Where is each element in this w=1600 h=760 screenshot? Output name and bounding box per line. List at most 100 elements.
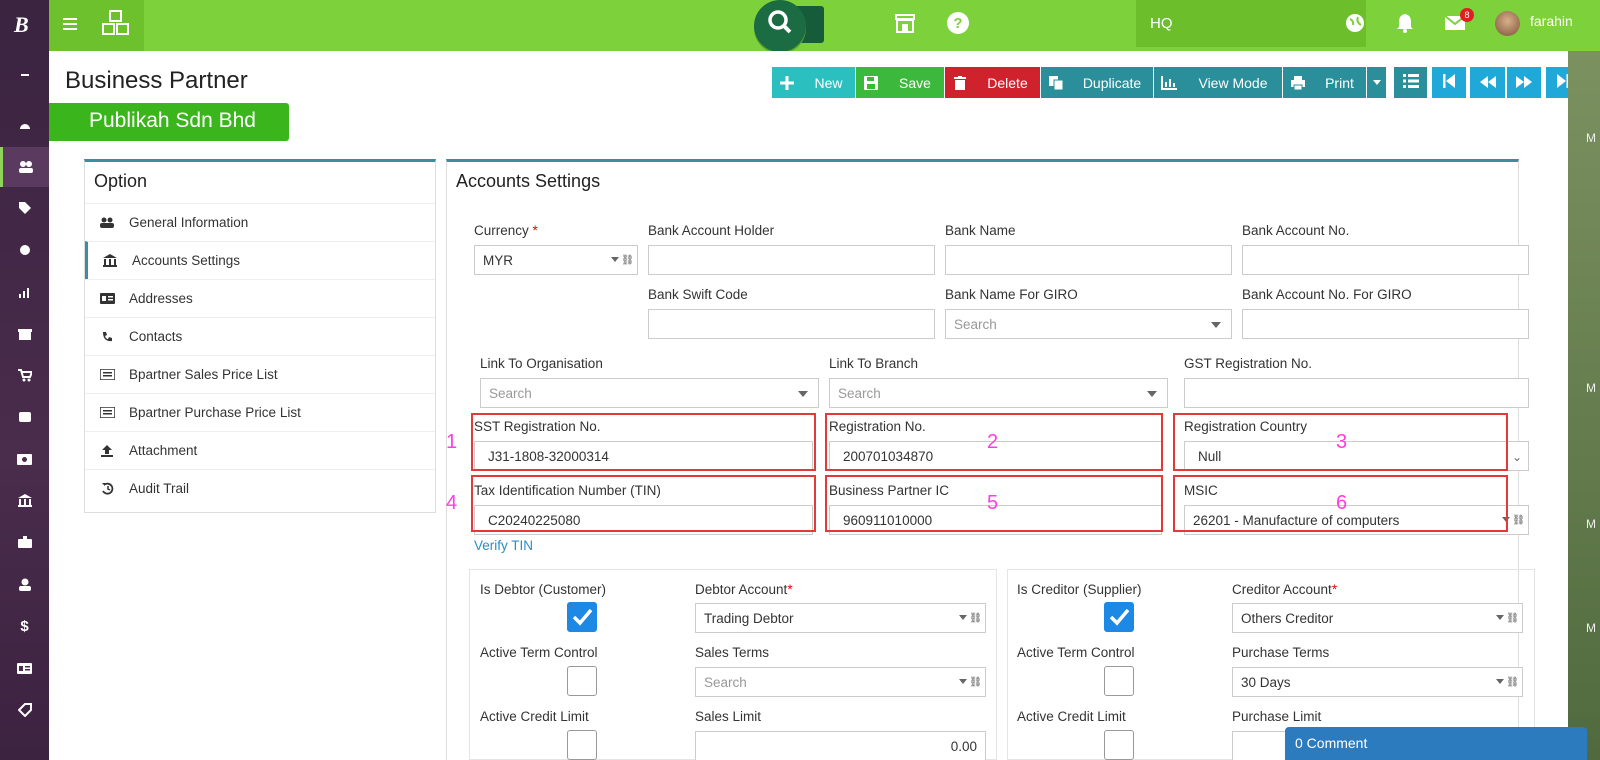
bank-swift-input[interactable] — [648, 309, 935, 339]
option-label: Addresses — [129, 291, 193, 306]
signal-icon[interactable] — [0, 272, 49, 312]
background-letter: M — [1586, 621, 1596, 635]
sales-terms-select[interactable]: Search ⛓ — [695, 667, 986, 697]
chevron-down-icon: ⌄ — [1511, 450, 1522, 464]
dashboard-icon[interactable] — [0, 105, 49, 145]
creditor-credit-limit-checkbox[interactable] — [1104, 730, 1134, 760]
option-accounts-settings[interactable]: Accounts Settings — [85, 241, 435, 279]
duplicate-button[interactable]: Duplicate — [1041, 67, 1153, 98]
annotation-number: 3 — [1336, 431, 1348, 453]
link-icon: ⛓ — [1506, 677, 1519, 688]
bank-name-input[interactable] — [945, 245, 1232, 275]
id-card-icon[interactable] — [0, 648, 49, 688]
annotation-number: 6 — [1336, 492, 1348, 514]
option-addresses[interactable]: Addresses — [85, 279, 435, 317]
option-attachment[interactable]: Attachment — [85, 431, 435, 469]
option-general-information[interactable]: General Information — [85, 203, 435, 241]
store-front-icon[interactable] — [893, 12, 917, 36]
bank-name-label: Bank Name — [945, 223, 1016, 238]
option-purchase-price-list[interactable]: Bpartner Purchase Price List — [85, 393, 435, 431]
debtor-account-label: Debtor Account* — [695, 582, 793, 597]
store-icon[interactable] — [0, 314, 49, 354]
users-icon[interactable] — [0, 147, 49, 187]
background-window-strip: M M M M — [1568, 51, 1600, 760]
inbox-icon[interactable] — [0, 397, 49, 437]
gst-input[interactable] — [1184, 378, 1529, 408]
is-debtor-checkbox[interactable] — [567, 602, 597, 632]
cubes-icon[interactable] — [99, 9, 133, 39]
first-record-button[interactable] — [1432, 67, 1466, 98]
link-org-select[interactable]: Search — [480, 378, 819, 408]
print-button[interactable]: Print — [1283, 67, 1366, 98]
left-nav: B $ — [0, 0, 49, 760]
print-dropdown-button[interactable] — [1367, 67, 1386, 98]
bar-chart-icon — [1154, 75, 1184, 90]
view-mode-button[interactable]: View Mode — [1154, 67, 1282, 98]
tag-icon[interactable] — [0, 690, 49, 730]
previous-record-button[interactable] — [1470, 67, 1505, 98]
cart-icon[interactable] — [0, 355, 49, 395]
minus-icon[interactable] — [0, 55, 49, 95]
delete-label: Delete — [987, 74, 1028, 91]
option-audit-trail[interactable]: Audit Trail — [85, 469, 435, 507]
avatar[interactable] — [1495, 11, 1520, 36]
debtor-account-select[interactable]: Trading Debtor ⛓ — [695, 603, 986, 633]
link-branch-select[interactable]: Search — [829, 378, 1168, 408]
bank-account-no-input[interactable] — [1242, 245, 1529, 275]
briefcase-icon[interactable] — [0, 522, 49, 562]
mail-badge: 8 — [1460, 8, 1474, 22]
global-search-button[interactable] — [754, 0, 806, 52]
save-button[interactable]: Save — [856, 67, 944, 98]
hamburger-icon[interactable] — [61, 15, 79, 33]
forward-icon — [1516, 75, 1532, 91]
globe-icon[interactable] — [1344, 12, 1366, 34]
users-icon — [85, 217, 129, 229]
bell-icon[interactable] — [1394, 12, 1416, 34]
creditor-account-label: Creditor Account* — [1232, 582, 1338, 597]
link-icon: ⛓ — [1506, 613, 1519, 624]
new-button[interactable]: New — [772, 67, 855, 98]
help-icon[interactable]: ? — [946, 11, 970, 35]
link-icon: ⛓ — [621, 255, 634, 266]
user-name[interactable]: farahin — [1530, 13, 1573, 29]
currency-select[interactable]: MYR ⛓ — [474, 245, 638, 275]
dollar-icon[interactable]: $ — [0, 606, 49, 646]
user-icon[interactable] — [0, 564, 49, 604]
list-view-button[interactable] — [1394, 67, 1427, 98]
bank-account-no-label: Bank Account No. — [1242, 223, 1350, 238]
bank-account-holder-input[interactable] — [648, 245, 935, 275]
giro-bank-name-select[interactable]: Search — [945, 309, 1232, 339]
comment-button[interactable]: 0 Comment — [1285, 727, 1587, 760]
link-icon: ⛓ — [969, 613, 982, 624]
printer-icon — [1283, 75, 1313, 90]
next-record-button[interactable] — [1507, 67, 1541, 98]
creditor-term-control-checkbox[interactable] — [1104, 666, 1134, 696]
option-contacts[interactable]: Contacts — [85, 317, 435, 355]
location-selector[interactable]: HQ — [1136, 0, 1326, 47]
creditor-account-select[interactable]: Others Creditor ⛓ — [1232, 603, 1523, 633]
debtor-credit-limit-checkbox[interactable] — [567, 730, 597, 760]
sales-limit-input[interactable]: 0.00 — [695, 731, 986, 760]
print-label: Print — [1325, 74, 1354, 91]
app-logo[interactable]: B — [14, 12, 29, 38]
delete-button[interactable]: Delete — [945, 67, 1040, 98]
purchase-terms-select[interactable]: 30 Days ⛓ — [1232, 667, 1523, 697]
page-title: Business Partner — [65, 67, 248, 94]
option-sales-price-list[interactable]: Bpartner Sales Price List — [85, 355, 435, 393]
circle-icon[interactable] — [0, 230, 49, 270]
sales-limit-label: Sales Limit — [695, 709, 762, 724]
verify-tin-link[interactable]: Verify TIN — [474, 538, 533, 553]
debtor-term-control-checkbox[interactable] — [567, 666, 597, 696]
is-creditor-checkbox[interactable] — [1104, 602, 1134, 632]
creditor-credit-limit-label: Active Credit Limit — [1017, 709, 1126, 724]
background-letter: M — [1586, 131, 1596, 145]
bank-icon[interactable] — [0, 480, 49, 520]
option-label: Attachment — [129, 443, 198, 458]
giro-account-no-input[interactable] — [1242, 309, 1529, 339]
background-letter: M — [1586, 517, 1596, 531]
money-icon[interactable] — [0, 439, 49, 479]
is-creditor-label: Is Creditor (Supplier) — [1017, 582, 1142, 597]
tags-icon[interactable] — [0, 188, 49, 228]
list-icon — [85, 407, 129, 418]
accounts-title: Accounts Settings — [456, 171, 601, 191]
